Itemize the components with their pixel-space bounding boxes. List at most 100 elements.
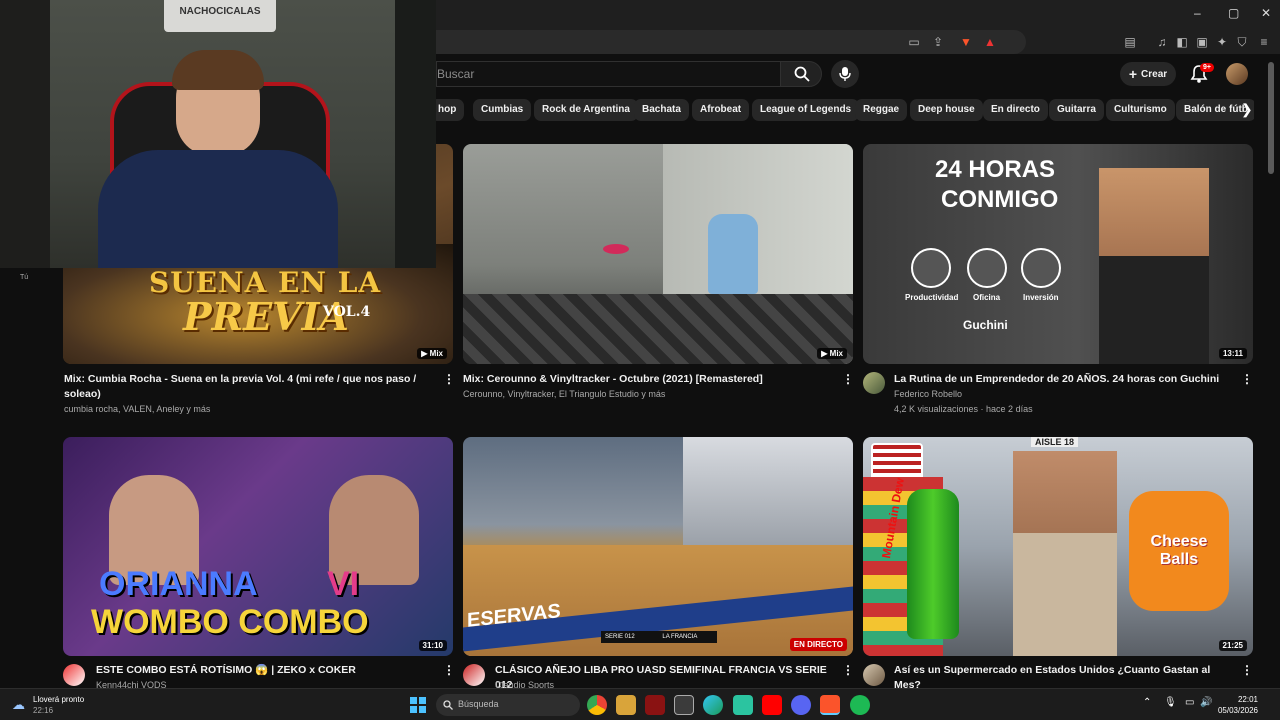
vpn-icon[interactable]: ⛉ — [1234, 34, 1250, 50]
chip-cumbias[interactable]: Cumbias — [473, 99, 532, 121]
youtube-icon[interactable] — [762, 695, 782, 715]
account-avatar[interactable] — [1226, 63, 1248, 85]
thumbnail-text: WOMBO COMBO — [91, 603, 369, 641]
brave-rewards-icon[interactable]: ▲ — [982, 34, 998, 50]
thumbnail-person — [1013, 451, 1117, 656]
sidebar-icon[interactable]: ▤ — [1122, 34, 1138, 50]
video-thumbnail[interactable]: 24 HORAS CONMIGO Productividad Oficina I… — [863, 144, 1253, 364]
spotify-icon[interactable] — [850, 695, 870, 715]
chip-rock-argentina[interactable]: Rock de Argentina — [534, 99, 638, 121]
panel-icon[interactable]: ◧ — [1174, 34, 1190, 50]
live-badge: EN DIRECTO — [789, 638, 847, 651]
video-title[interactable]: ESTE COMBO ESTÁ ROTÍSIMO 😱 | ZEKO x COKE… — [96, 663, 436, 678]
store-icon[interactable] — [733, 695, 753, 715]
volume-icon[interactable]: 🔊 — [1200, 697, 1212, 708]
mix-label: Mix — [829, 349, 843, 358]
file-icon[interactable] — [616, 695, 636, 715]
clock[interactable]: 22:01 05/03/2026 — [1218, 694, 1258, 716]
thumbnail-label: Productividad — [905, 293, 959, 302]
windows-logo-tile — [419, 706, 426, 713]
browser-toolbar: ▭ ⇪ ▼ ▲ ▤ ♫ ◧ ▣ ✦ ⛉ ≡ — [436, 30, 1280, 54]
video-thumbnail[interactable]: ORIANNA VI WOMBO COMBO 31:10 — [63, 437, 453, 656]
microphone-icon[interactable]: 🎙 — [1164, 697, 1177, 708]
thumbnail-label: Oficina — [973, 293, 1001, 302]
search-icon — [443, 700, 453, 710]
video-thumbnail[interactable]: AISLE 18 Mountain Dew Cheese Balls 21:25 — [863, 437, 1253, 656]
search-input[interactable]: Buscar — [436, 61, 780, 87]
video-title[interactable]: Mix: Cerounno & Vinyltracker - Octubre (… — [463, 372, 833, 387]
channel-avatar[interactable] — [463, 664, 485, 686]
search-button[interactable] — [780, 61, 822, 87]
media-icon[interactable]: ♫ — [1154, 34, 1170, 50]
share-icon[interactable]: ⇪ — [930, 34, 946, 50]
video-channel[interactable]: Federico Robello — [894, 387, 962, 401]
chevron-up-icon[interactable]: ⌃ — [1143, 697, 1151, 708]
mail-icon[interactable] — [674, 695, 694, 715]
chip-afrobeat[interactable]: Afrobeat — [692, 99, 750, 121]
voice-search-button[interactable] — [831, 60, 859, 88]
chip-deep-house[interactable]: Deep house — [910, 99, 983, 121]
more-options-icon[interactable]: ⋮ — [842, 372, 854, 386]
video-thumbnail[interactable]: ESERVAS SERIE 012 LA FRANCIA EN DIRECTO — [463, 437, 853, 656]
chip-league-of-legends[interactable]: League of Legends — [752, 99, 860, 121]
taskbar-search[interactable]: Búsqueda — [436, 694, 580, 716]
video-title[interactable]: La Rutina de un Emprendedor de 20 AÑOS. … — [894, 372, 1234, 387]
chip-hiphop[interactable]: hop — [436, 99, 465, 121]
score-team-right: LA FRANCIA — [662, 634, 698, 640]
video-title[interactable]: Mix: Cumbia Rocha - Suena en la previa V… — [64, 372, 434, 402]
more-options-icon[interactable]: ⋮ — [1241, 372, 1253, 386]
channel-avatar[interactable] — [63, 664, 85, 686]
search-icon — [794, 66, 810, 82]
cast-icon[interactable]: ▭ — [906, 34, 922, 50]
chip-en-directo[interactable]: En directo — [983, 99, 1048, 121]
maximize-button[interactable]: ▢ — [1228, 6, 1239, 20]
soda-bottle — [907, 489, 959, 639]
chevron-right-icon[interactable]: ❯ — [1241, 101, 1253, 118]
more-options-icon[interactable]: ⋮ — [1241, 663, 1253, 677]
leo-ai-icon[interactable]: ✦ — [1214, 34, 1230, 50]
thumbnail-text: 24 HORAS — [935, 156, 1056, 183]
brave-shield-icon[interactable]: ▼ — [958, 34, 974, 50]
brave-icon[interactable] — [820, 695, 840, 715]
more-options-icon[interactable]: ⋮ — [443, 372, 455, 386]
scrollbar[interactable] — [1268, 62, 1274, 174]
more-options-icon[interactable]: ⋮ — [443, 663, 455, 677]
wallet-icon[interactable]: ▣ — [1194, 34, 1210, 50]
video-stats: 4,2 K visualizaciones · hace 2 días — [894, 404, 1033, 414]
thumbnail-text: VI — [327, 565, 360, 603]
network-icon[interactable]: ▭ — [1185, 697, 1194, 708]
chip-culturismo[interactable]: Culturismo — [1106, 99, 1175, 121]
chip-reggae[interactable]: Reggae — [855, 99, 908, 121]
close-button[interactable]: ✕ — [1261, 6, 1271, 20]
channel-avatar[interactable] — [863, 664, 885, 686]
sidebar-item-you[interactable]: Tú — [20, 274, 28, 281]
create-label: Crear — [1141, 68, 1168, 80]
app-icon[interactable] — [645, 695, 665, 715]
more-options-icon[interactable]: ⋮ — [842, 663, 854, 677]
plus-icon: + — [1128, 66, 1138, 82]
clock-date: 05/03/2026 — [1217, 706, 1258, 715]
create-button[interactable]: + Crear — [1120, 62, 1176, 86]
minimize-button[interactable]: – — [1194, 6, 1201, 20]
edge-icon[interactable] — [703, 695, 723, 715]
video-channel[interactable]: cumbia rocha, VALEN, Aneley y más — [64, 402, 210, 416]
streamer-shirt — [98, 150, 338, 268]
chip-guitarra[interactable]: Guitarra — [1049, 99, 1104, 121]
webcam-overlay: NACHOCICALAS — [0, 0, 436, 268]
start-button[interactable] — [410, 697, 426, 713]
chrome-icon[interactable] — [587, 695, 607, 715]
video-channel[interactable]: Cerounno, Vinyltracker, El Triangulo Est… — [463, 387, 665, 401]
discord-icon[interactable] — [791, 695, 811, 715]
taskbar: ☁ Lloverá pronto 22:16 Búsqueda ⌃ 🎙 ▭ 🔊 … — [0, 688, 1280, 720]
weather-title[interactable]: Lloverá pronto — [33, 695, 84, 704]
streamer-hair — [172, 50, 264, 90]
notifications-badge: 9+ — [1200, 63, 1214, 72]
channel-avatar[interactable] — [863, 372, 885, 394]
address-bar[interactable]: ▭ ⇪ ▼ ▲ — [436, 30, 1026, 54]
weather-icon[interactable]: ☁ — [12, 697, 25, 713]
weather-time: 22:16 — [33, 706, 54, 715]
chip-bachata[interactable]: Bachata — [634, 99, 689, 121]
menu-icon[interactable]: ≡ — [1256, 34, 1272, 50]
category-chips: hop Cumbias Rock de Argentina Bachata Af… — [436, 99, 1254, 123]
video-thumbnail[interactable]: ▶ Mix — [463, 144, 853, 364]
